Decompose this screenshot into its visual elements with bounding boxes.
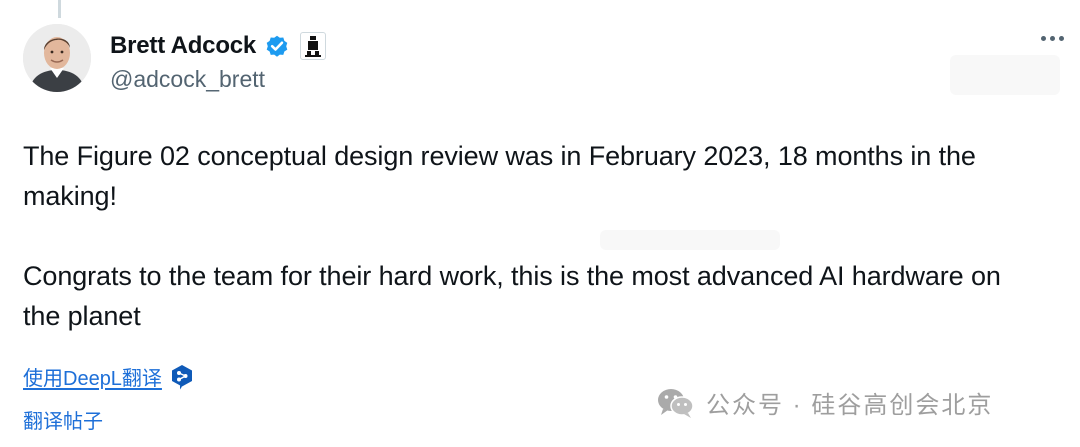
more-options-icon[interactable]	[1041, 36, 1064, 41]
avatar-photo	[23, 24, 91, 92]
more-dot	[1050, 36, 1055, 41]
author-display-name[interactable]: Brett Adcock	[110, 32, 256, 60]
tweet-card: Brett Adcock @adcock_brett The Figure 02…	[0, 0, 1080, 447]
post-header: Brett Adcock @adcock_brett	[110, 30, 327, 93]
author-handle[interactable]: @adcock_brett	[110, 66, 326, 93]
verified-badge-icon[interactable]	[264, 33, 290, 59]
post-text: The Figure 02 conceptual design review w…	[23, 136, 1023, 336]
background-blur	[950, 55, 1060, 95]
watermark: 公众号 · 硅谷高创会北京	[656, 385, 993, 420]
post-paragraph: The Figure 02 conceptual design review w…	[23, 141, 984, 211]
wechat-icon	[656, 386, 696, 420]
translate-with-deepl-label[interactable]: 使用DeepL翻译	[23, 362, 162, 391]
thread-connector-line	[58, 0, 61, 18]
name-row: Brett Adcock	[110, 30, 327, 62]
translate-post-link[interactable]: 翻译帖子	[23, 405, 103, 434]
translate-with-deepl-link[interactable]: 使用DeepL翻译	[23, 362, 194, 391]
deepl-icon	[170, 364, 194, 390]
post-paragraph: Congrats to the team for their hard work…	[23, 261, 1009, 331]
more-dot	[1041, 36, 1046, 41]
more-dot	[1059, 36, 1064, 41]
watermark-text: 公众号 · 硅谷高创会北京	[706, 392, 994, 419]
figure-affiliation-icon[interactable]	[300, 32, 327, 60]
avatar[interactable]	[23, 24, 91, 92]
